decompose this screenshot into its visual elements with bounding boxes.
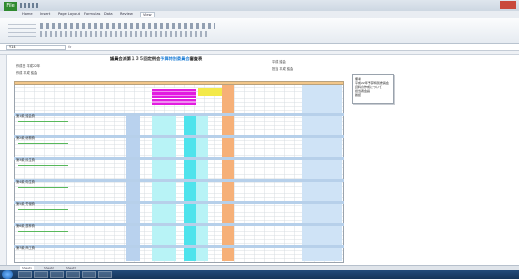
section-label-2: 第2款 総務費	[16, 136, 35, 140]
tab-review[interactable]: Review	[120, 12, 133, 16]
file-button[interactable]: File	[4, 2, 17, 11]
section-label-3: 第3款 民生費	[16, 158, 35, 162]
title-highlight: 予算特別委員会	[160, 56, 190, 61]
close-icon[interactable]	[500, 1, 516, 9]
note-box[interactable]: 備考 平成22年予算特別委員会 資料の作成について 担当者会議 確認	[352, 74, 394, 104]
title-bar: File	[0, 0, 519, 11]
section-label-5: 第5款 労働費	[16, 202, 35, 206]
section-row-2	[14, 135, 344, 138]
document-title: 議員会派第１３５回定例会予算特別委員会審査表	[110, 56, 270, 62]
excel-window: File Home Insert Page Layout Formulas Da…	[0, 0, 519, 279]
quick-access-toolbar[interactable]	[20, 3, 40, 8]
worksheet[interactable]: 議員会派第１３５回定例会予算特別委員会審査表 作成日 平成22年 作成 平成 議…	[0, 51, 519, 265]
selected-column[interactable]	[302, 85, 342, 261]
section-label-6: 第6款 農林費	[16, 224, 35, 228]
tab-data[interactable]: Data	[104, 12, 113, 16]
section-row-5	[14, 201, 344, 204]
section-row-3	[14, 157, 344, 160]
meta-right-1: 平成 議会	[272, 60, 286, 64]
ribbon-tabs: Home Insert Page Layout Formulas Data Re…	[0, 11, 519, 18]
green-rule-5	[18, 209, 68, 210]
green-rule-2	[18, 143, 68, 144]
fx-icon[interactable]: fx	[68, 45, 71, 49]
taskbar	[0, 270, 519, 279]
maximize-icon[interactable]	[487, 1, 499, 9]
ribbon-icons-row1[interactable]	[40, 23, 215, 29]
title-part-1: 議員会派第１３５回定例会	[110, 56, 161, 61]
formula-bar: Y14 fx	[0, 44, 519, 51]
taskbar-app-icon[interactable]	[98, 271, 112, 278]
ribbon	[0, 18, 519, 44]
note-line-4: 確認	[355, 93, 362, 97]
green-rule-3	[18, 165, 68, 166]
tab-view[interactable]: View	[140, 12, 155, 17]
header-band	[14, 81, 344, 85]
section-row-1	[14, 113, 344, 116]
taskbar-explorer-icon[interactable]	[34, 271, 48, 278]
section-row-6	[14, 223, 344, 226]
section-row-4	[14, 179, 344, 182]
section-label-7: 第7款 商工費	[16, 246, 35, 250]
yellow-block	[198, 88, 222, 96]
tab-home[interactable]: Home	[22, 12, 33, 16]
magenta-block	[152, 88, 196, 105]
taskbar-ie-icon[interactable]	[18, 271, 32, 278]
start-orb-icon[interactable]	[2, 270, 13, 279]
title-part-2: 審査表	[189, 56, 203, 61]
meta-right-2: 担当 平成 議会	[272, 67, 294, 71]
tab-insert[interactable]: Insert	[40, 12, 50, 16]
minimize-icon[interactable]	[474, 1, 486, 9]
taskbar-excel-icon[interactable]	[82, 271, 96, 278]
name-box[interactable]: Y14	[6, 45, 66, 50]
section-label-4: 第4款 衛生費	[16, 180, 35, 184]
taskbar-word-icon[interactable]	[66, 271, 80, 278]
tab-formulas[interactable]: Formulas	[84, 12, 100, 16]
taskbar-media-icon[interactable]	[50, 271, 64, 278]
data-grid[interactable]	[14, 81, 344, 263]
ribbon-icons-row2[interactable]	[40, 31, 210, 37]
meta-left-1: 作成日 平成22年	[16, 64, 41, 68]
section-row-7	[14, 245, 344, 248]
row-headers[interactable]	[0, 55, 7, 265]
paste-group[interactable]	[8, 23, 36, 37]
green-rule-6	[18, 231, 68, 232]
green-rule-1	[18, 121, 68, 122]
meta-left-2: 作成 平成 議会	[16, 71, 38, 75]
orange-column	[222, 85, 234, 261]
green-rule-4	[18, 187, 68, 188]
section-label-1: 第1款 議会費	[16, 114, 35, 118]
column-headers[interactable]	[0, 51, 519, 55]
tab-page-layout[interactable]: Page Layout	[58, 12, 80, 16]
